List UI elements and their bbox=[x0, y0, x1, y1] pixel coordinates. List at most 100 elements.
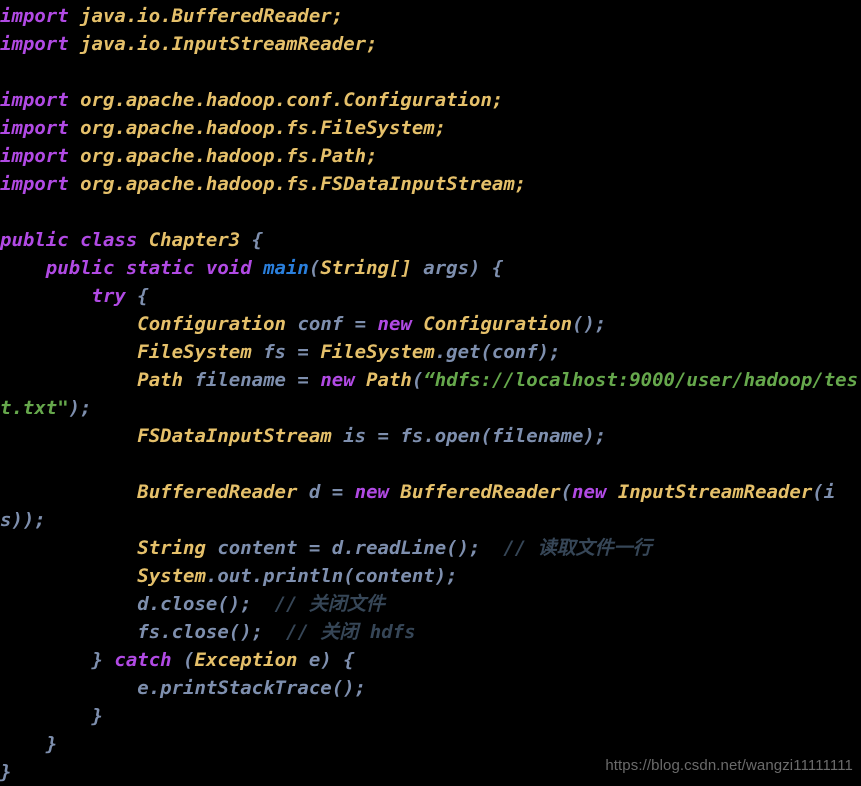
code-token: d = bbox=[297, 481, 355, 503]
code-token: new bbox=[320, 369, 355, 391]
code-line: try { bbox=[0, 282, 861, 310]
code-token: BufferedReader bbox=[137, 481, 298, 503]
code-token: String[] bbox=[320, 257, 412, 279]
code-token: org.apache.hadoop.fs.Path; bbox=[80, 145, 378, 167]
code-token: // 读取文件一行 bbox=[503, 537, 652, 559]
code-token: } bbox=[0, 705, 103, 727]
code-token: content = d.readLine(); bbox=[205, 537, 481, 559]
code-line: String content = d.readLine(); // 读取文件一行 bbox=[0, 534, 861, 562]
watermark-url: https://blog.csdn.net/wangzi11111111 bbox=[605, 757, 853, 774]
code-token: } bbox=[0, 761, 12, 783]
code-line: } bbox=[0, 702, 861, 730]
code-token: public class bbox=[0, 229, 149, 251]
code-token: fs.close(); bbox=[137, 621, 264, 643]
code-token: // 关闭文件 bbox=[274, 593, 385, 615]
code-line: import java.io.InputStreamReader; bbox=[0, 30, 861, 58]
code-token: main bbox=[263, 257, 309, 279]
code-token: org.apache.hadoop.fs.FSDataInputStream; bbox=[80, 173, 527, 195]
code-token: import bbox=[0, 145, 69, 167]
code-token: ); bbox=[68, 397, 92, 419]
code-line: Configuration conf = new Configuration()… bbox=[0, 310, 861, 338]
code-line: import org.apache.hadoop.fs.FSDataInputS… bbox=[0, 170, 861, 198]
code-token: // 关闭 hdfs bbox=[286, 621, 416, 643]
code-token: java.io.InputStreamReader; bbox=[80, 33, 378, 55]
code-token: } bbox=[0, 649, 115, 671]
code-token: } bbox=[0, 733, 58, 755]
code-listing[interactable]: import java.io.BufferedReader; import jav… bbox=[0, 2, 861, 786]
code-token: d.close(); bbox=[137, 593, 252, 615]
code-line: import org.apache.hadoop.fs.Path; bbox=[0, 142, 861, 170]
code-token: e.printStackTrace(); bbox=[137, 677, 367, 699]
code-token: FileSystem bbox=[320, 341, 435, 363]
code-token: org.apache.hadoop.fs.FileSystem; bbox=[80, 117, 447, 139]
code-line: import org.apache.hadoop.conf.Configurat… bbox=[0, 86, 861, 114]
code-line: d.close(); // 关闭文件 bbox=[0, 590, 861, 618]
code-line: FileSystem fs = FileSystem.get(conf); bbox=[0, 338, 861, 366]
code-token: catch bbox=[114, 649, 172, 671]
code-token: BufferedReader bbox=[400, 481, 561, 503]
code-token: .get(conf); bbox=[434, 341, 561, 363]
code-token: Path bbox=[137, 369, 184, 391]
code-token: { bbox=[125, 285, 149, 307]
code-line: Path filename = new Path(“hdfs://localho… bbox=[0, 366, 861, 422]
code-token: import bbox=[0, 89, 69, 111]
code-line: System.out.println(content); bbox=[0, 562, 861, 590]
code-token: java.io.BufferedReader; bbox=[80, 5, 344, 27]
code-token: e) { bbox=[297, 649, 355, 671]
code-token: new bbox=[377, 313, 412, 335]
code-token: String bbox=[137, 537, 206, 559]
code-token: FSDataInputStream bbox=[137, 425, 332, 447]
code-token: { bbox=[240, 229, 264, 251]
code-token: ( bbox=[171, 649, 195, 671]
code-token: Exception bbox=[194, 649, 298, 671]
code-token: filename = bbox=[183, 369, 321, 391]
code-screenshot: import java.io.BufferedReader; import jav… bbox=[0, 0, 861, 783]
code-line: import java.io.BufferedReader; bbox=[0, 2, 861, 30]
code-line: fs.close(); // 关闭 hdfs bbox=[0, 618, 861, 646]
code-token: Configuration bbox=[423, 313, 573, 335]
code-token: args) { bbox=[411, 257, 504, 279]
code-token: .out.println(content); bbox=[205, 565, 458, 587]
code-line: } bbox=[0, 730, 861, 758]
code-token: conf = bbox=[286, 313, 378, 335]
code-token: System bbox=[137, 565, 206, 587]
code-line: public static void main(String[] args) { bbox=[0, 254, 861, 282]
code-token: FileSystem bbox=[137, 341, 252, 363]
code-token: org.apache.hadoop.conf.Configuration; bbox=[80, 89, 504, 111]
code-token: ( bbox=[560, 481, 573, 503]
code-token: ( bbox=[308, 257, 321, 279]
code-line: e.printStackTrace(); bbox=[0, 674, 861, 702]
code-token: InputStreamReader bbox=[617, 481, 813, 503]
code-token: is = fs.open(filename); bbox=[331, 425, 607, 447]
code-line: BufferedReader d = new BufferedReader(ne… bbox=[0, 478, 861, 534]
code-token: (); bbox=[572, 313, 607, 335]
code-token: Path bbox=[366, 369, 412, 391]
code-token: fs = bbox=[251, 341, 321, 363]
code-line: import org.apache.hadoop.fs.FileSystem; bbox=[0, 114, 861, 142]
code-line: } catch (Exception e) { bbox=[0, 646, 861, 674]
code-token: public static void bbox=[45, 257, 264, 279]
code-line: FSDataInputStream is = fs.open(filename)… bbox=[0, 422, 861, 450]
